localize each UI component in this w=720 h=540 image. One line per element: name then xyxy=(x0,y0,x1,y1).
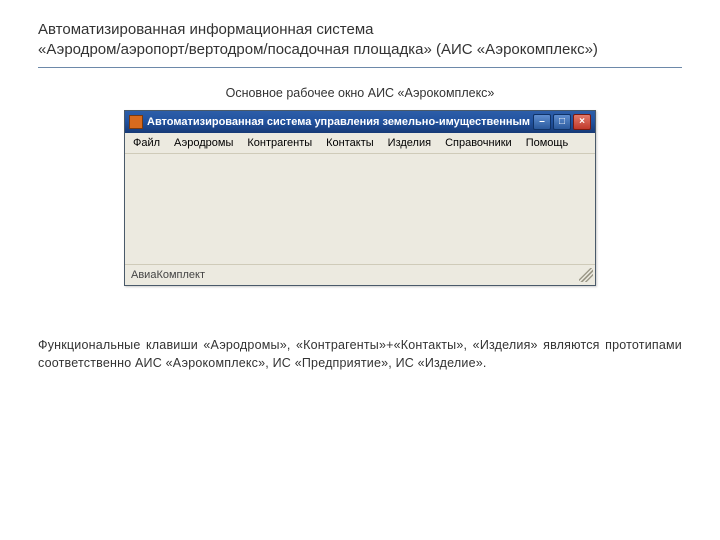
slide-title-line2: «Аэродром/аэропорт/вертодром/посадочная … xyxy=(38,41,598,58)
slide-title-line1: Автоматизированная информационная систем… xyxy=(38,21,373,38)
menu-help[interactable]: Помощь xyxy=(526,137,569,149)
maximize-button[interactable]: □ xyxy=(553,114,571,130)
client-area xyxy=(125,154,595,264)
minimize-icon: – xyxy=(539,117,545,127)
slide-body-text: Функциональные клавиши «Аэродромы», «Кон… xyxy=(38,336,682,372)
app-icon xyxy=(129,115,143,129)
menu-contacts[interactable]: Контакты xyxy=(326,137,374,149)
menu-file[interactable]: Файл xyxy=(133,137,160,149)
minimize-button[interactable]: – xyxy=(533,114,551,130)
menu-aerodromes[interactable]: Аэродромы xyxy=(174,137,233,149)
app-window: Автоматизированная система управления зе… xyxy=(124,110,596,286)
close-icon: × xyxy=(579,117,585,127)
maximize-icon: □ xyxy=(559,117,565,127)
menu-bar: Файл Аэродромы Контрагенты Контакты Изде… xyxy=(125,133,595,154)
menu-directories[interactable]: Справочники xyxy=(445,137,512,149)
window-title: Автоматизированная система управления зе… xyxy=(147,116,533,128)
status-bar: АвиаКомплект xyxy=(125,264,595,285)
window-titlebar: Автоматизированная система управления зе… xyxy=(125,111,595,133)
resize-grip-icon[interactable] xyxy=(579,268,593,282)
window-buttons: – □ × xyxy=(533,114,591,130)
slide-title: Автоматизированная информационная систем… xyxy=(38,20,682,61)
screenshot-caption: Основное рабочее окно АИС «Аэрокомплекс» xyxy=(125,86,595,100)
title-divider xyxy=(38,67,682,68)
status-text: АвиаКомплект xyxy=(131,269,205,281)
close-button[interactable]: × xyxy=(573,114,591,130)
menu-products[interactable]: Изделия xyxy=(388,137,431,149)
menu-contractors[interactable]: Контрагенты xyxy=(247,137,312,149)
